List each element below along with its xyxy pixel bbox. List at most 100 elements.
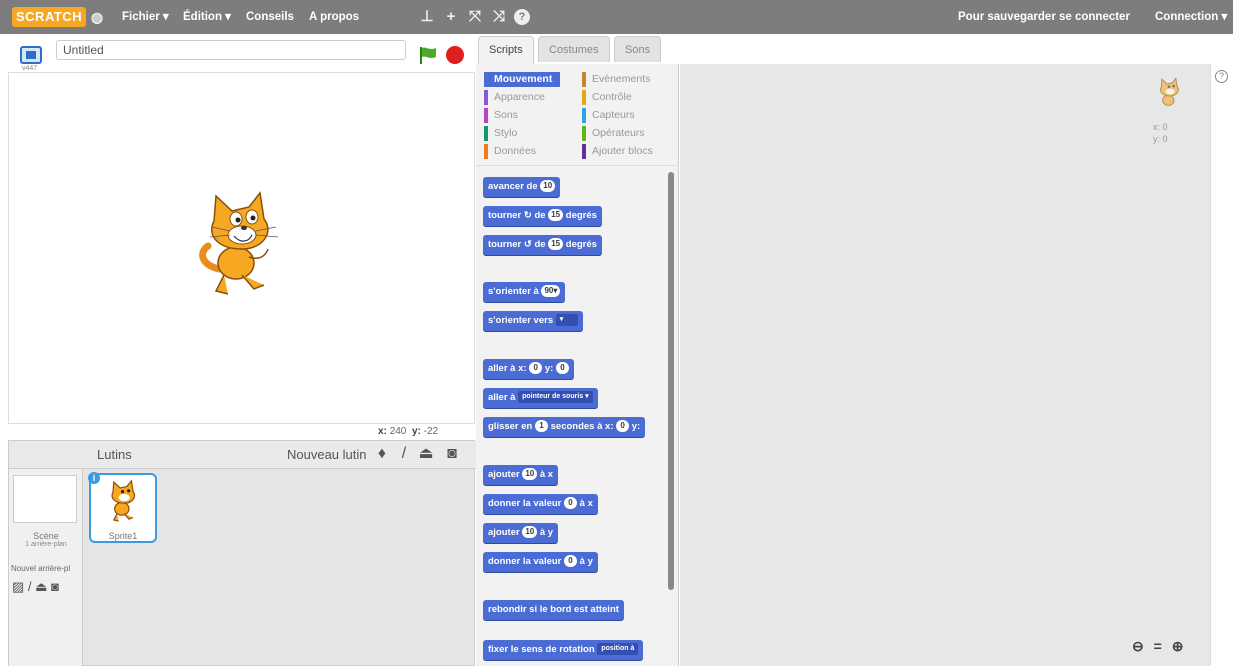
category-events[interactable]: Evènements — [582, 72, 650, 87]
choose-sprite-library-icon[interactable]: ♦ — [373, 445, 391, 463]
stop-button[interactable] — [446, 46, 464, 64]
number-input[interactable]: 10 — [522, 468, 538, 481]
script-area[interactable]: x: 0 y: 0 ⊖ = ⊕ — [680, 64, 1210, 666]
rotate-counterclockwise-icon: ↺ — [523, 239, 532, 250]
category-pen[interactable]: Stylo — [484, 126, 517, 141]
shrink-icon[interactable]: ⤨ — [490, 8, 508, 26]
target-dropdown[interactable]: pointeur de souris ▾ — [518, 391, 593, 404]
backdrop-library-icon[interactable]: ▨ — [12, 579, 24, 594]
category-operators[interactable]: Opérateurs — [582, 126, 645, 141]
tab-scripts[interactable]: Scripts — [478, 36, 534, 64]
number-input[interactable]: 10 — [522, 526, 538, 539]
grow-icon[interactable]: ⤧ — [466, 8, 484, 26]
block-label: à y — [579, 556, 593, 567]
x-input[interactable]: 0 — [616, 420, 630, 433]
target-dropdown[interactable]: ▾ — [555, 314, 578, 327]
x-input[interactable]: 0 — [529, 362, 543, 375]
block-go-to-xy[interactable]: aller à x: 0 y: 0 — [483, 359, 574, 379]
category-control[interactable]: Contrôle — [582, 90, 632, 105]
menu-edit[interactable]: Édition ▾ — [183, 0, 231, 34]
stage-thumbnail[interactable] — [13, 475, 77, 523]
camera-icon[interactable]: ◙ — [443, 445, 461, 463]
number-input[interactable]: 0 — [564, 497, 578, 510]
category-sensing[interactable]: Capteurs — [582, 108, 635, 123]
category-sound[interactable]: Sons — [484, 108, 518, 123]
presentation-mode-icon[interactable] — [20, 46, 42, 64]
block-set-x[interactable]: donner la valeur 0 à x — [483, 494, 598, 514]
upload-sprite-icon[interactable]: ⏏ — [417, 445, 435, 463]
menu-about[interactable]: A propos — [309, 0, 359, 34]
block-turn-left[interactable]: tourner ↺ de 15 degrés — [483, 235, 602, 255]
number-input[interactable]: 15 — [548, 209, 564, 222]
menu-tips[interactable]: Conseils — [246, 0, 294, 34]
zoom-in-icon[interactable]: ⊕ — [1172, 638, 1184, 654]
seconds-input[interactable]: 1 — [535, 420, 548, 433]
duplicate-stamp-icon[interactable]: ⊥ — [418, 8, 436, 26]
stage-canvas[interactable] — [8, 72, 475, 424]
block-change-x[interactable]: ajouter 10 à x — [483, 465, 559, 485]
project-title-input[interactable] — [56, 40, 406, 60]
block-label: s'orienter à — [488, 286, 539, 297]
zoom-out-icon[interactable]: ⊖ — [1132, 638, 1144, 654]
block-move-steps[interactable]: avancer de 10 — [483, 177, 561, 197]
block-label: tourner — [488, 210, 522, 221]
block-label: tourner — [488, 239, 522, 250]
block-point-towards[interactable]: s'orienter vers ▾ — [483, 311, 583, 331]
category-motion[interactable]: Mouvement — [484, 72, 560, 87]
number-input[interactable]: 10 — [540, 180, 556, 193]
block-label: à x — [579, 498, 593, 509]
green-flag-icon[interactable] — [418, 46, 438, 64]
sprite-tile[interactable]: i Sprite1 — [88, 472, 157, 543]
block-set-y[interactable]: donner la valeur 0 à y — [483, 552, 598, 572]
info-icon[interactable]: i — [88, 472, 100, 484]
help-button[interactable]: ? — [1215, 70, 1228, 83]
number-input[interactable]: 0 — [564, 555, 578, 568]
backdrop-camera-icon[interactable]: ◙ — [51, 579, 59, 594]
zoom-reset-button[interactable]: = — [1154, 638, 1162, 654]
paint-new-sprite-icon[interactable]: / — [395, 445, 413, 463]
y-input[interactable]: 0 — [555, 362, 569, 375]
rotation-style-dropdown[interactable]: position à — [597, 643, 639, 656]
new-sprite-label: Nouveau lutin — [287, 447, 367, 462]
block-label: glisser en — [488, 421, 533, 432]
block-label: y: — [544, 363, 554, 374]
menu-bar: SCRATCH ◍ Fichier ▾ Édition ▾ Conseils A… — [0, 0, 1233, 34]
category-looks[interactable]: Apparence — [484, 90, 545, 105]
block-label: ajouter — [488, 469, 520, 480]
connect-menu[interactable]: Connection ▾ — [1155, 0, 1227, 34]
block-label: aller à — [488, 392, 516, 403]
block-change-y[interactable]: ajouter 10 à y — [483, 523, 559, 543]
category-more-blocks[interactable]: Ajouter blocs — [582, 144, 653, 159]
block-glide[interactable]: glisser en 1 secondes à x: 0 y: — [483, 417, 646, 437]
block-go-to[interactable]: aller à pointeur de souris ▾ — [483, 388, 598, 408]
block-set-rotation-style[interactable]: fixer le sens de rotation position à — [483, 640, 644, 660]
zoom-controls: ⊖ = ⊕ — [1132, 638, 1189, 655]
coord-x-value: 240 — [389, 426, 407, 437]
category-data[interactable]: Données — [484, 144, 536, 159]
tab-costumes[interactable]: Costumes — [538, 36, 610, 62]
backdrop-count: 1 arrière-plan — [25, 541, 67, 548]
sprite-pane: Lutins Nouveau lutin ♦ / ⏏ ◙ Scène 1 arr… — [8, 440, 476, 666]
category-list: Mouvement Evènements Apparence Contrôle … — [476, 64, 679, 166]
block-bounce-on-edge[interactable]: rebondir si le bord est atteint — [483, 600, 624, 620]
palette-scrollbar[interactable] — [668, 172, 674, 590]
cat-sprite[interactable] — [194, 191, 289, 301]
block-label: donner la valeur — [488, 498, 562, 509]
scene-label: Scène — [33, 531, 59, 541]
block-turn-right[interactable]: tourner ↻ de 15 degrés — [483, 206, 602, 226]
help-icon[interactable]: ? — [514, 9, 530, 25]
paint-backdrop-icon[interactable]: / — [28, 579, 32, 594]
scratch-logo[interactable]: SCRATCH — [12, 7, 87, 27]
tab-sounds[interactable]: Sons — [614, 36, 662, 62]
language-globe-icon[interactable]: ◍ — [88, 8, 106, 26]
number-input[interactable]: 15 — [548, 238, 564, 251]
stage-selector[interactable]: Scène 1 arrière-plan Nouvel arrière-pl ▨… — [9, 469, 83, 666]
menu-file[interactable]: Fichier ▾ — [122, 0, 169, 34]
direction-input[interactable]: 90▾ — [541, 285, 561, 298]
rotate-clockwise-icon: ↻ — [523, 210, 532, 221]
block-point-direction[interactable]: s'orienter à 90▾ — [483, 282, 566, 302]
upload-backdrop-icon[interactable]: ⏏ — [35, 579, 47, 594]
coord-x-label: x: — [378, 426, 387, 437]
cut-icon[interactable]: + — [442, 8, 460, 26]
save-hint[interactable]: Pour sauvegarder se connecter — [958, 0, 1130, 34]
